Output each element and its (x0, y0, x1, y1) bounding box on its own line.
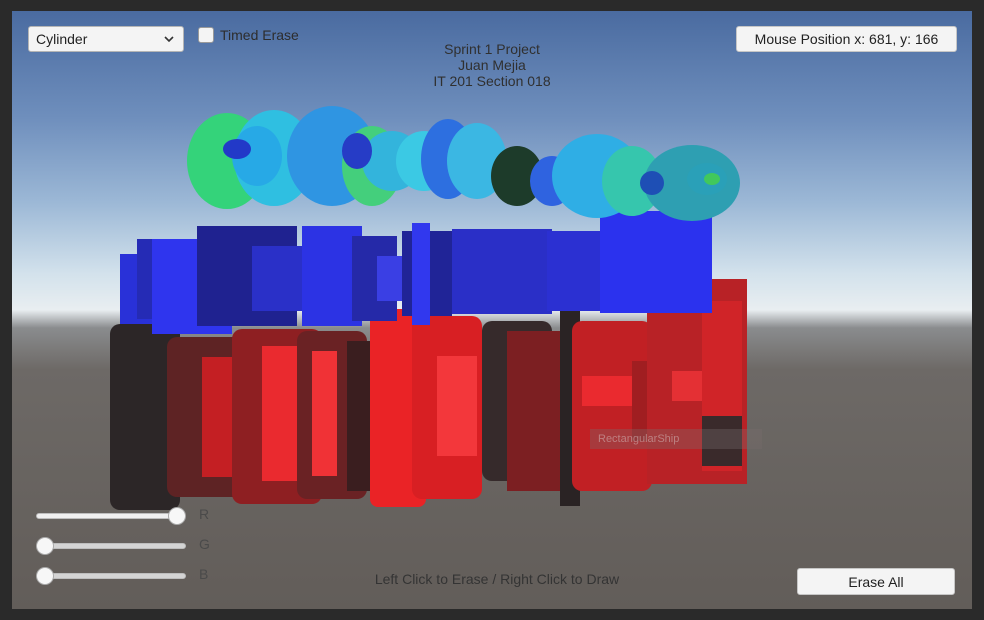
slider-knob[interactable] (36, 567, 54, 585)
scene-object-label-text: RectangularShip (598, 433, 680, 445)
header-line-1: Sprint 1 Project (444, 41, 540, 57)
header-line-2: Juan Mejia (458, 57, 526, 73)
slider-label-r: R (199, 506, 210, 522)
scene-viewport[interactable]: Cylinder Timed Erase Sprint 1 Project Ju… (12, 11, 972, 609)
instructions-text: Left Click to Erase / Right Click to Dra… (374, 571, 620, 587)
erase-all-label: Erase All (848, 573, 904, 590)
erase-all-button[interactable]: Erase All (797, 568, 955, 595)
header-line-3: IT 201 Section 018 (433, 73, 551, 89)
shape-dropdown-value: Cylinder (36, 31, 88, 47)
mouse-position-readout: Mouse Position x: 681, y: 166 (736, 26, 957, 52)
scene-object-label: RectangularShip (590, 429, 762, 449)
slider-track[interactable] (36, 543, 186, 549)
slider-knob[interactable] (36, 537, 54, 555)
timed-erase-label: Timed Erase (220, 27, 299, 43)
slider-track[interactable] (36, 513, 186, 519)
3d-scene[interactable] (12, 11, 972, 609)
blue-box-group (120, 211, 712, 334)
shape-dropdown[interactable]: Cylinder (28, 26, 184, 52)
mouse-position-text: Mouse Position x: 681, y: 166 (754, 31, 939, 47)
slider-track[interactable] (36, 573, 186, 579)
timed-erase-checkbox[interactable] (198, 27, 214, 43)
chevron-down-icon (164, 36, 174, 43)
slider-fill (37, 514, 178, 518)
slider-label-b: B (199, 566, 209, 582)
timed-erase-toggle[interactable]: Timed Erase (198, 27, 299, 43)
slider-label-g: G (199, 536, 210, 552)
project-header: Sprint 1 Project Juan Mejia IT 201 Secti… (392, 41, 592, 89)
teal-sphere-group (187, 106, 740, 221)
slider-knob[interactable] (168, 507, 186, 525)
